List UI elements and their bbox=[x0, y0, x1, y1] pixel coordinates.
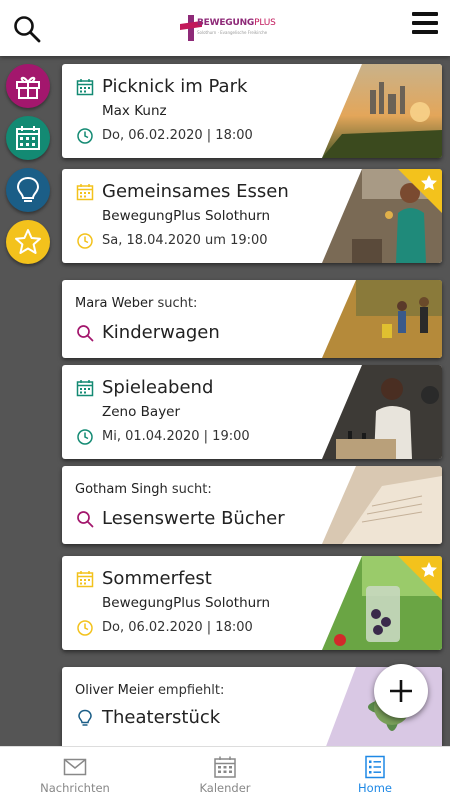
event-datetime: Do, 06.02.2020 | 18:00 bbox=[102, 620, 253, 635]
event-datetime: Sa, 18.04.2020 um 19:00 bbox=[102, 233, 268, 248]
menu-icon[interactable] bbox=[412, 12, 438, 36]
lightbulb-icon bbox=[16, 176, 40, 202]
plus-icon bbox=[390, 680, 412, 702]
brand-name: BEWEGUNGPLUS bbox=[197, 18, 276, 28]
post-subject: Lesenswerte Bücher bbox=[102, 508, 285, 529]
nav-nachrichten[interactable]: Nachrichten bbox=[0, 747, 150, 800]
post-author: Oliver Meier bbox=[75, 683, 154, 698]
mail-icon bbox=[63, 758, 87, 776]
event-title: Sommerfest bbox=[102, 568, 212, 589]
nav-kalender[interactable]: Kalender bbox=[150, 747, 300, 800]
activity-feed: Picknick im Park Max Kunz Do, 06.02.2020… bbox=[56, 56, 450, 746]
search-card[interactable]: Gotham Singh sucht: Lesenswerte Bücher bbox=[62, 466, 442, 544]
event-organizer: BewegungPlus Solothurn bbox=[102, 208, 271, 224]
calendar-icon bbox=[76, 380, 94, 397]
post-subject: Kinderwagen bbox=[102, 322, 220, 343]
calendar-icon bbox=[16, 126, 40, 150]
event-datetime: Mi, 01.04.2020 | 19:00 bbox=[102, 429, 250, 444]
post-author-line: Gotham Singh sucht: bbox=[75, 482, 212, 497]
post-author-line: Mara Weber sucht: bbox=[75, 296, 197, 311]
gift-icon bbox=[16, 76, 40, 99]
favorite-star-badge bbox=[398, 556, 442, 600]
add-post-button[interactable] bbox=[374, 664, 428, 718]
post-verb: sucht: bbox=[171, 482, 212, 497]
event-photo bbox=[322, 365, 442, 459]
favorites-filter-button[interactable] bbox=[6, 220, 50, 264]
event-organizer: Zeno Bayer bbox=[102, 404, 181, 420]
event-organizer: BewegungPlus Solothurn bbox=[102, 595, 271, 611]
event-card[interactable]: Gemeinsames Essen BewegungPlus Solothurn… bbox=[62, 169, 442, 263]
post-author: Mara Weber bbox=[75, 296, 154, 311]
clock-icon bbox=[77, 128, 93, 144]
post-author-line: Oliver Meier empfiehlt: bbox=[75, 683, 224, 698]
app-header: BEWEGUNGPLUS Solothurn · Evangelische Fr… bbox=[0, 0, 450, 56]
gift-filter-button[interactable] bbox=[6, 64, 50, 108]
event-photo bbox=[322, 64, 442, 158]
search-icon bbox=[77, 325, 94, 342]
idea-filter-button[interactable] bbox=[6, 168, 50, 212]
event-card[interactable]: Picknick im Park Max Kunz Do, 06.02.2020… bbox=[62, 64, 442, 158]
calendar-icon bbox=[214, 756, 236, 778]
calendar-icon bbox=[76, 184, 94, 201]
brand-logo[interactable]: BEWEGUNGPLUS Solothurn · Evangelische Fr… bbox=[180, 15, 276, 47]
clock-icon bbox=[77, 233, 93, 249]
calendar-filter-button[interactable] bbox=[6, 116, 50, 160]
post-photo bbox=[322, 280, 442, 358]
category-rail bbox=[0, 56, 56, 746]
nav-label: Kalender bbox=[199, 781, 251, 795]
calendar-icon bbox=[76, 571, 94, 588]
post-author: Gotham Singh bbox=[75, 482, 168, 497]
clock-icon bbox=[77, 429, 93, 445]
clock-icon bbox=[77, 620, 93, 636]
favorite-star-badge bbox=[398, 169, 442, 213]
event-datetime: Do, 06.02.2020 | 18:00 bbox=[102, 128, 253, 143]
event-title: Gemeinsames Essen bbox=[102, 181, 289, 202]
event-title: Picknick im Park bbox=[102, 76, 248, 97]
event-title: Spieleabend bbox=[102, 377, 214, 398]
nav-label: Home bbox=[358, 781, 392, 795]
star-icon bbox=[15, 229, 41, 254]
calendar-icon bbox=[76, 79, 94, 96]
nav-label: Nachrichten bbox=[40, 781, 110, 795]
search-card[interactable]: Mara Weber sucht: Kinderwagen bbox=[62, 280, 442, 358]
event-card[interactable]: Sommerfest BewegungPlus Solothurn Do, 06… bbox=[62, 556, 442, 650]
search-icon bbox=[77, 511, 94, 528]
nav-home[interactable]: Home bbox=[300, 747, 450, 800]
post-verb: sucht: bbox=[157, 296, 198, 311]
post-subject: Theaterstück bbox=[102, 707, 221, 728]
search-icon[interactable] bbox=[12, 14, 42, 44]
home-list-icon bbox=[365, 755, 385, 779]
bottom-navigation: Nachrichten Kalender Home bbox=[0, 746, 450, 800]
post-photo bbox=[322, 466, 442, 544]
event-organizer: Max Kunz bbox=[102, 103, 167, 119]
event-card[interactable]: Spieleabend Zeno Bayer Mi, 01.04.2020 | … bbox=[62, 365, 442, 459]
brand-subtitle: Solothurn · Evangelische Freikirche bbox=[197, 30, 268, 35]
lightbulb-icon bbox=[78, 709, 92, 726]
post-verb: empfiehlt: bbox=[157, 683, 225, 698]
